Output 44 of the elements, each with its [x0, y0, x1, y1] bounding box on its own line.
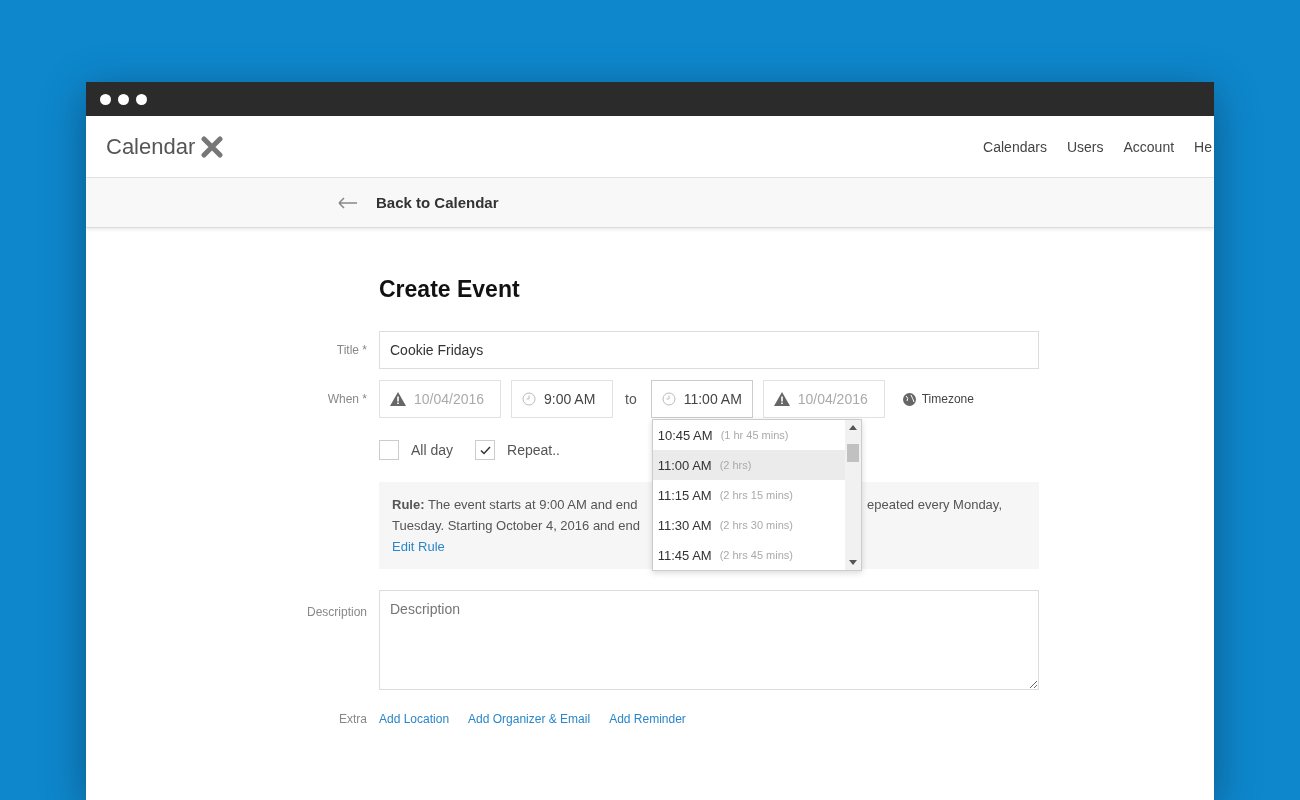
timezone-link[interactable]: Timezone: [921, 392, 974, 406]
rule-text: epeated every Monday,: [867, 496, 1002, 514]
time-option[interactable]: 11:45 AM (2 hrs 45 mins): [652, 540, 845, 570]
start-time-field[interactable]: 9:00 AM: [511, 380, 613, 418]
extra-link[interactable]: Add Reminder: [609, 712, 686, 726]
description-field[interactable]: Description: [379, 590, 1039, 690]
nav-link[interactable]: Calendars: [983, 138, 1047, 155]
rule-text: Tuesday. Starting October 4, 2016 and end: [392, 517, 640, 535]
to-label: to: [625, 391, 637, 407]
nav-link[interactable]: Account: [1123, 138, 1175, 155]
checkbox-label: All day: [411, 442, 454, 458]
scroll-up-icon[interactable]: [848, 425, 857, 430]
field-label: Title *: [335, 343, 367, 357]
checkbox[interactable]: [475, 440, 496, 460]
time-option[interactable]: 11:00 AM (2 hrs): [652, 450, 845, 480]
edit-rule-link[interactable]: Edit Rule: [392, 536, 445, 557]
window-dot[interactable]: [136, 93, 147, 105]
window-dot[interactable]: [118, 93, 129, 105]
back-link[interactable]: Back to Calendar: [376, 194, 499, 211]
nav-link[interactable]: He: [1194, 138, 1212, 155]
globe-icon: [902, 392, 916, 406]
cross-logo-icon: [201, 135, 224, 158]
extra-link[interactable]: Add Organizer & Email: [468, 712, 591, 726]
logo-text: Calendar: [106, 133, 196, 160]
checkbox-label: Repeat..: [507, 442, 560, 458]
warning-icon: [773, 392, 790, 406]
title-field[interactable]: Cookie Fridays: [379, 331, 1039, 369]
field-label: Description: [305, 605, 367, 619]
clock-icon: [661, 392, 676, 406]
rule-text: Rule: The event starts at 9:00 AM and end: [392, 496, 639, 514]
scroll-down-icon[interactable]: [848, 560, 857, 565]
checkmark-icon: [479, 445, 491, 455]
field-label: When *: [326, 392, 367, 406]
nav-link[interactable]: Users: [1066, 138, 1104, 155]
time-option[interactable]: 10:45 AM (1 hr 45 mins): [652, 420, 845, 450]
checkbox[interactable]: [379, 440, 399, 460]
extra-link[interactable]: Add Location: [379, 712, 450, 726]
clock-icon: [522, 392, 536, 406]
field-label: Extra: [338, 712, 367, 726]
warning-icon: [390, 392, 406, 406]
back-arrow-icon[interactable]: [338, 196, 358, 209]
page-heading: Create Event: [379, 276, 521, 303]
window-dot[interactable]: [100, 93, 111, 105]
scroll-thumb[interactable]: [846, 444, 859, 462]
